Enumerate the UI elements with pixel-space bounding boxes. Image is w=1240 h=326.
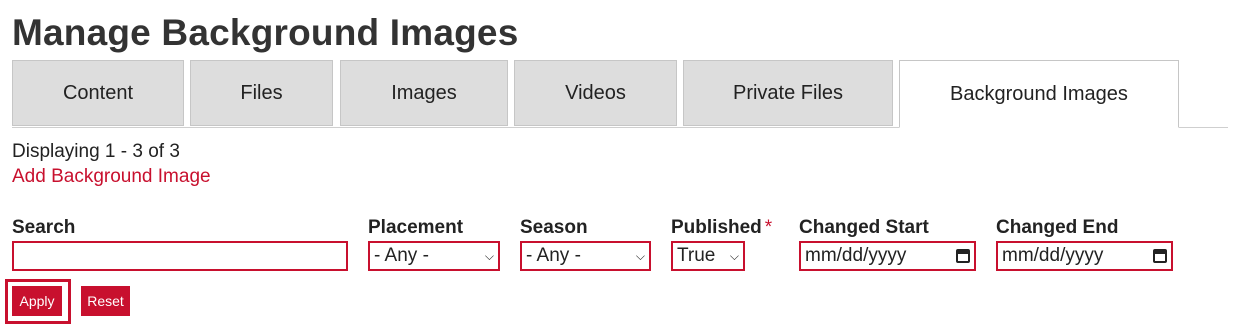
- tab-private-files[interactable]: Private Files: [683, 60, 893, 126]
- published-filter: Published * True ⌵: [671, 217, 772, 271]
- changed-end-label: Changed End: [996, 217, 1119, 238]
- page-title: Manage Background Images: [12, 12, 519, 53]
- changed-start-date-input[interactable]: mm/dd/yyyy: [799, 241, 976, 271]
- published-label-text: Published: [671, 217, 762, 238]
- changed-end-filter: Changed End mm/dd/yyyy: [996, 217, 1173, 271]
- calendar-icon[interactable]: [1153, 249, 1167, 263]
- tab-images[interactable]: Images: [340, 60, 508, 126]
- published-value: True: [677, 245, 716, 266]
- result-count: Displaying 1 - 3 of 3: [12, 141, 180, 162]
- tab-content[interactable]: Content: [12, 60, 184, 126]
- placement-filter: Placement - Any - ⌵: [368, 217, 500, 271]
- add-background-image-link[interactable]: Add Background Image: [12, 166, 211, 188]
- season-select[interactable]: - Any - ⌵: [520, 241, 651, 271]
- required-marker: *: [764, 217, 773, 238]
- chevron-down-icon: ⌵: [729, 248, 739, 263]
- apply-button[interactable]: Apply: [12, 286, 62, 316]
- published-select[interactable]: True ⌵: [671, 241, 745, 271]
- tab-files[interactable]: Files: [190, 60, 333, 126]
- search-label: Search: [12, 217, 76, 238]
- season-value: - Any -: [526, 245, 581, 266]
- search-filter: Search: [12, 217, 348, 271]
- placement-select[interactable]: - Any - ⌵: [368, 241, 500, 271]
- chevron-down-icon: ⌵: [484, 248, 494, 263]
- changed-end-value: mm/dd/yyyy: [1002, 245, 1104, 266]
- tab-bar: Content Files Images Videos Private File…: [12, 60, 1228, 128]
- reset-button[interactable]: Reset: [81, 286, 130, 316]
- season-filter: Season - Any - ⌵: [520, 217, 651, 271]
- chevron-down-icon: ⌵: [635, 248, 645, 263]
- tab-videos[interactable]: Videos: [514, 60, 677, 126]
- calendar-icon[interactable]: [956, 249, 970, 263]
- tab-background-images[interactable]: Background Images: [899, 60, 1179, 128]
- changed-end-date-input[interactable]: mm/dd/yyyy: [996, 241, 1173, 271]
- placement-label: Placement: [368, 217, 464, 238]
- season-label: Season: [520, 217, 588, 238]
- changed-start-value: mm/dd/yyyy: [805, 245, 907, 266]
- placement-value: - Any -: [374, 245, 429, 266]
- published-label: Published *: [671, 217, 772, 241]
- changed-start-filter: Changed Start mm/dd/yyyy: [799, 217, 976, 271]
- changed-start-label: Changed Start: [799, 217, 929, 238]
- search-input[interactable]: [12, 241, 348, 271]
